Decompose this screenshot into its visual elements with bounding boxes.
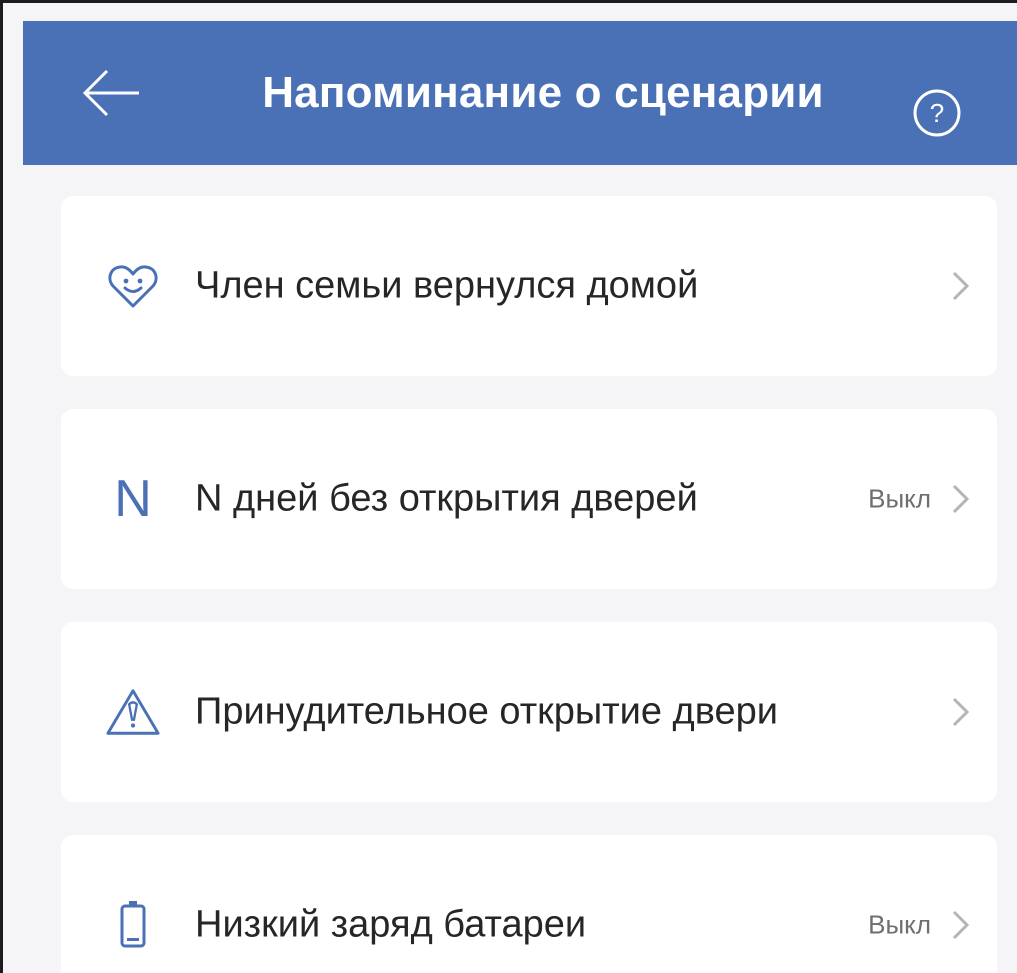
- top-bar: Напоминание о сценарии ?: [23, 21, 1017, 165]
- chevron-right-icon: [952, 271, 970, 301]
- letter-n-icon: N: [114, 470, 152, 528]
- item-label: Член семьи вернулся домой: [195, 264, 699, 307]
- battery-icon: [105, 897, 161, 953]
- item-label: Низкий заряд батареи: [195, 903, 587, 946]
- chevron-right-icon: [952, 484, 970, 514]
- help-button[interactable]: ?: [911, 87, 963, 139]
- list-item-no-door-opening[interactable]: N N дней без открытия дверей Выкл: [61, 409, 997, 589]
- warning-triangle-icon: [105, 684, 161, 740]
- status-value: Выкл: [868, 483, 931, 514]
- arrow-left-icon: [82, 69, 139, 117]
- item-label: Принудительное открытие двери: [195, 690, 778, 733]
- heart-smile-icon: [105, 258, 161, 314]
- list-item-forced-door-opening[interactable]: Принудительное открытие двери: [61, 622, 997, 802]
- question-circle-icon: ?: [913, 89, 961, 137]
- list-item-low-battery[interactable]: Низкий заряд батареи Выкл: [61, 835, 997, 973]
- app-screen: Напоминание о сценарии ? Член семьи верн…: [0, 0, 1017, 973]
- status-value: Выкл: [868, 909, 931, 940]
- item-label: N дней без открытия дверей: [195, 477, 698, 520]
- list-item-family-returned[interactable]: Член семьи вернулся домой: [61, 196, 997, 376]
- svg-text:?: ?: [930, 98, 944, 128]
- chevron-right-icon: [952, 697, 970, 727]
- back-button[interactable]: [79, 65, 143, 121]
- page-title: Напоминание о сценарии: [262, 68, 824, 117]
- chevron-right-icon: [952, 910, 970, 940]
